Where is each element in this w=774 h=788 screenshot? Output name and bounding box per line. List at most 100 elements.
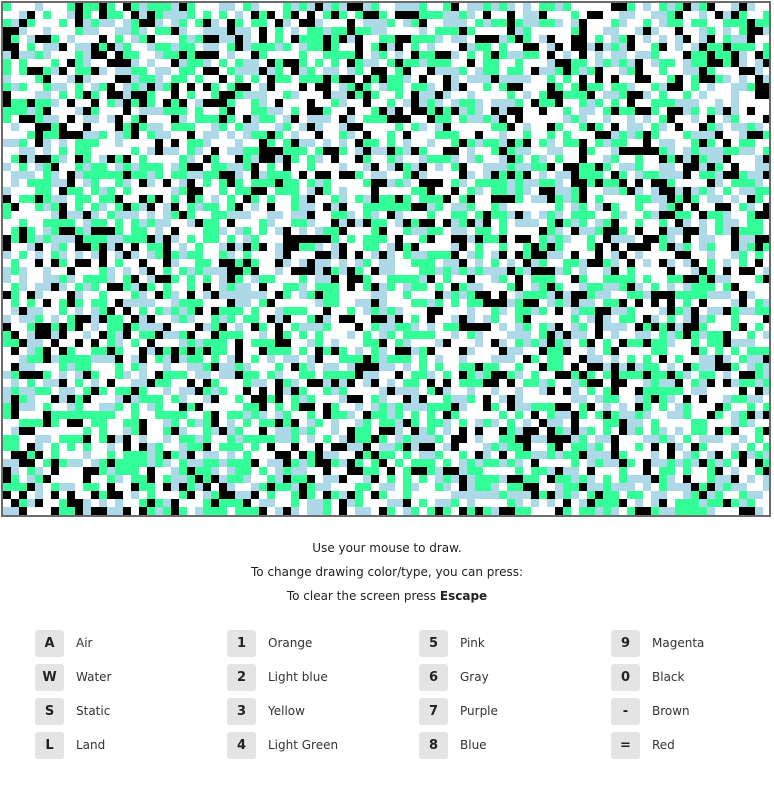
static-cell xyxy=(19,235,27,243)
land-cell xyxy=(467,507,475,515)
static-cell xyxy=(51,259,59,267)
land-cell xyxy=(667,315,675,323)
static-cell xyxy=(667,291,675,299)
land-cell xyxy=(667,75,675,83)
static-cell xyxy=(355,451,363,459)
land-cell xyxy=(203,475,211,483)
static-cell xyxy=(603,235,611,243)
water-cell xyxy=(675,411,683,419)
water-cell xyxy=(603,27,611,35)
land-cell xyxy=(211,155,219,163)
land-cell xyxy=(211,323,219,331)
static-cell xyxy=(11,51,19,59)
water-cell xyxy=(467,43,475,51)
static-cell xyxy=(27,443,35,451)
land-cell xyxy=(219,11,227,19)
land-cell xyxy=(275,403,283,411)
static-cell xyxy=(203,67,211,75)
water-cell xyxy=(651,59,659,67)
land-cell xyxy=(179,299,187,307)
land-cell xyxy=(387,331,395,339)
water-cell xyxy=(611,51,619,59)
land-cell xyxy=(539,179,547,187)
land-cell xyxy=(619,475,627,483)
land-cell xyxy=(483,67,491,75)
land-cell xyxy=(219,339,227,347)
land-cell xyxy=(179,155,187,163)
land-cell xyxy=(579,507,587,515)
static-cell xyxy=(323,411,331,419)
water-cell xyxy=(763,163,769,171)
land-cell xyxy=(171,211,179,219)
water-cell xyxy=(611,355,619,363)
water-cell xyxy=(275,227,283,235)
water-cell xyxy=(83,227,91,235)
static-cell xyxy=(283,59,291,67)
land-cell xyxy=(355,499,363,507)
static-cell xyxy=(195,475,203,483)
water-cell xyxy=(699,27,707,35)
static-cell xyxy=(203,443,211,451)
water-cell xyxy=(555,3,563,11)
static-cell xyxy=(523,43,531,51)
water-cell xyxy=(283,19,291,27)
static-cell xyxy=(371,363,379,371)
land-cell xyxy=(507,67,515,75)
land-cell xyxy=(275,347,283,355)
static-cell xyxy=(603,203,611,211)
water-cell xyxy=(739,35,747,43)
land-cell xyxy=(427,99,435,107)
water-cell xyxy=(507,355,515,363)
land-cell xyxy=(147,491,155,499)
water-cell xyxy=(755,59,763,67)
land-cell xyxy=(35,387,43,395)
water-cell xyxy=(211,19,219,27)
land-cell xyxy=(59,275,67,283)
pixel-grid[interactable] xyxy=(3,3,769,515)
water-cell xyxy=(515,387,523,395)
water-cell xyxy=(451,35,459,43)
land-cell xyxy=(299,475,307,483)
static-cell xyxy=(747,27,755,35)
water-cell xyxy=(667,411,675,419)
land-cell xyxy=(11,339,19,347)
water-cell xyxy=(475,331,483,339)
water-cell xyxy=(99,67,107,75)
static-cell xyxy=(187,331,195,339)
static-cell xyxy=(307,99,315,107)
static-cell xyxy=(259,187,267,195)
static-cell xyxy=(219,491,227,499)
land-cell xyxy=(179,467,187,475)
land-cell xyxy=(387,203,395,211)
land-cell xyxy=(99,435,107,443)
land-cell xyxy=(59,243,67,251)
land-cell xyxy=(747,227,755,235)
land-cell xyxy=(323,507,331,515)
water-cell xyxy=(475,75,483,83)
land-cell xyxy=(523,131,531,139)
water-cell xyxy=(243,283,251,291)
water-cell xyxy=(211,131,219,139)
static-cell xyxy=(123,3,131,11)
key-badge: - xyxy=(611,698,640,725)
land-cell xyxy=(99,459,107,467)
drawing-canvas[interactable] xyxy=(1,1,771,517)
land-cell xyxy=(203,115,211,123)
static-cell xyxy=(67,499,75,507)
water-cell xyxy=(443,419,451,427)
water-cell xyxy=(35,251,43,259)
land-cell xyxy=(651,283,659,291)
water-cell xyxy=(571,307,579,315)
water-cell xyxy=(547,291,555,299)
static-cell xyxy=(403,67,411,75)
water-cell xyxy=(395,51,403,59)
land-cell xyxy=(507,147,515,155)
land-cell xyxy=(763,187,769,195)
water-cell xyxy=(51,379,59,387)
static-cell xyxy=(507,11,515,19)
water-cell xyxy=(499,75,507,83)
land-cell xyxy=(139,307,147,315)
static-cell xyxy=(627,43,635,51)
static-cell xyxy=(643,315,651,323)
land-cell xyxy=(571,59,579,67)
